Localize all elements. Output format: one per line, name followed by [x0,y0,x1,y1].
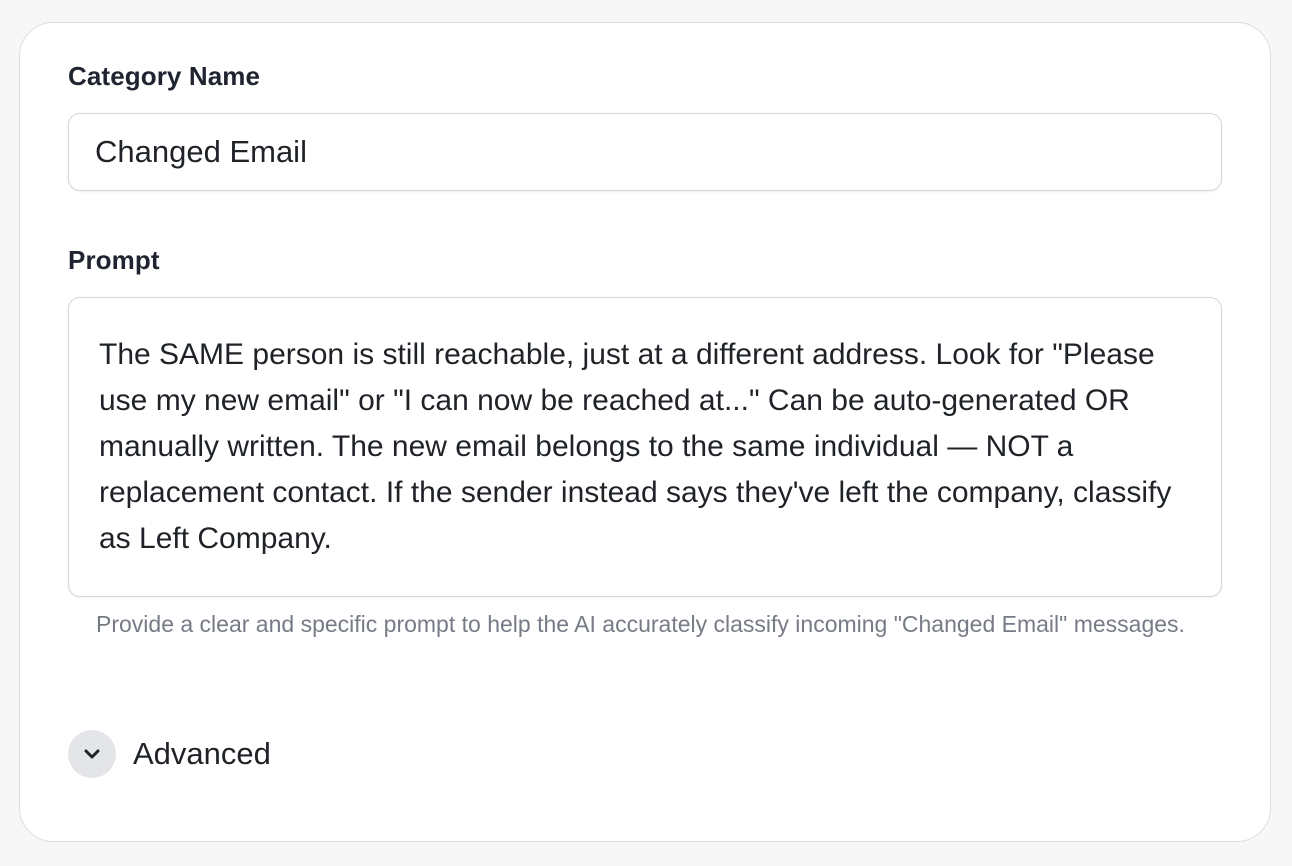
prompt-label: Prompt [68,245,160,275]
advanced-toggle[interactable]: Advanced [68,729,271,779]
advanced-label[interactable]: Advanced [133,736,271,772]
chevron-down-icon[interactable] [68,730,116,778]
prompt-helper-text: Provide a clear and specific prompt to h… [96,611,1185,637]
category-form-card: Category Name Prompt The SAME person is … [19,22,1271,842]
prompt-textarea[interactable]: The SAME person is still reachable, just… [68,297,1222,597]
category-name-label: Category Name [68,61,261,91]
category-name-input[interactable] [68,113,1222,191]
